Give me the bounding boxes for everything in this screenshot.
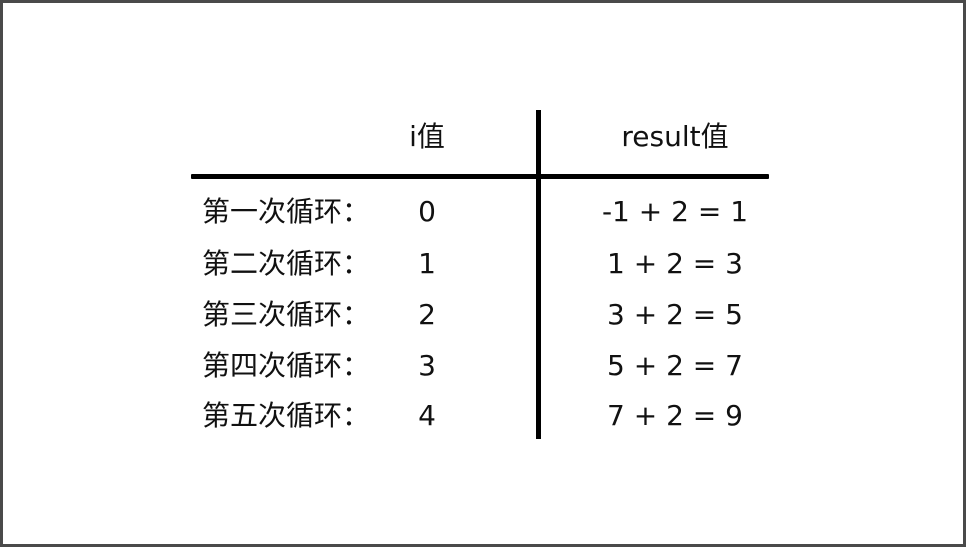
result-value: -1 + 2 = 1 (601, 195, 749, 228)
loop-label: 第五次循环： (202, 399, 371, 432)
table-row: 第一次循环： 0 -1 + 2 = 1 (3, 191, 966, 233)
loop-label: 第一次循环： (202, 195, 371, 228)
result-value: 5 + 2 = 7 (607, 349, 743, 382)
i-value: 0 (418, 195, 436, 228)
i-value: 2 (418, 298, 436, 331)
i-value: 3 (418, 349, 436, 382)
loop-label: 第二次循环： (202, 247, 371, 280)
horizontal-divider (191, 174, 769, 179)
table-row: 第五次循环： 4 7 + 2 = 9 (3, 395, 966, 437)
result-value: 7 + 2 = 9 (607, 399, 743, 432)
loop-label: 第四次循环： (202, 349, 371, 382)
slide-canvas: i值 result值 第一次循环： 0 -1 + 2 = 1 第二次循环： 1 … (0, 0, 966, 547)
table-row: 第三次循环： 2 3 + 2 = 5 (3, 294, 966, 336)
column-header-result: result值 (621, 120, 729, 153)
i-value: 1 (418, 247, 436, 280)
result-value: 3 + 2 = 5 (607, 298, 743, 331)
i-value: 4 (418, 399, 436, 432)
table-row: 第四次循环： 3 5 + 2 = 7 (3, 345, 966, 387)
column-header-i: i值 (409, 120, 445, 153)
result-value: 1 + 2 = 3 (607, 247, 743, 280)
table-row: 第二次循环： 1 1 + 2 = 3 (3, 243, 966, 285)
loop-label: 第三次循环： (202, 298, 371, 331)
